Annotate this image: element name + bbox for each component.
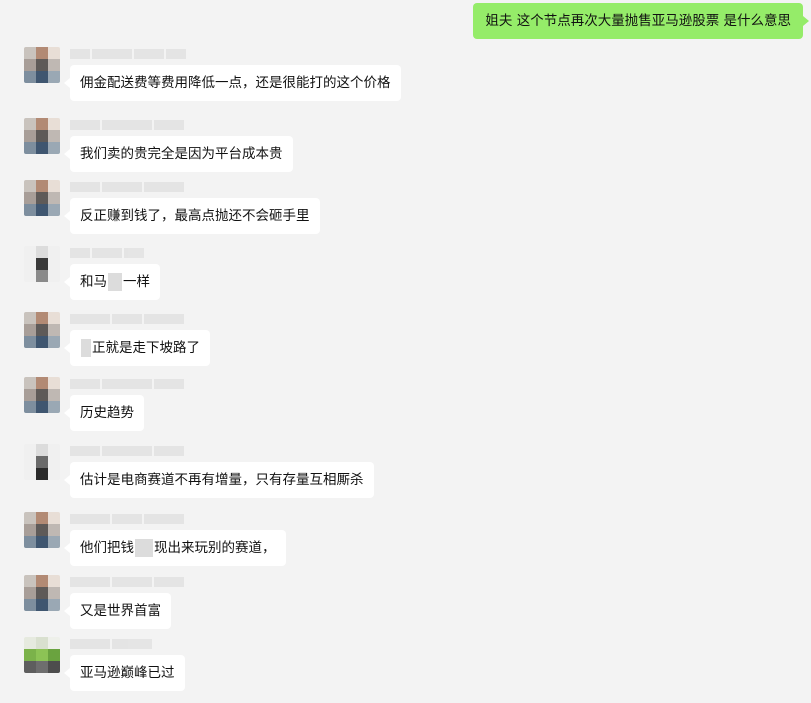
message-text: 佣金配送费等费用降低一点，还是很能打的这个价格 [80,75,391,91]
message-bubble[interactable]: 和马 一样 [64,264,160,300]
avatar[interactable] [24,637,60,673]
message-bubble[interactable]: 我们卖的贵完全是因为平台成本贵 [64,136,293,172]
message-text: 和马 [80,274,107,290]
outgoing-message-text: 姐夫 这个节点再次大量抛售亚马逊股票 是什么意思 [485,13,791,29]
message-row: 佣金配送费等费用降低一点，还是很能打的这个价格 [0,47,811,113]
message-text: 反正赚到钱了，最高点抛还不会砸手里 [80,208,310,224]
avatar[interactable] [24,377,60,413]
sender-name-blurred [70,639,152,649]
message-text: 又是世界首富 [80,603,161,619]
message-row: 正就是走下坡路了 [0,312,811,378]
avatar[interactable] [24,444,60,480]
sender-name-blurred [70,182,184,192]
sender-name-blurred [70,379,184,389]
message-bubble[interactable]: 他们把钱 现出来玩别的赛道， [64,530,286,566]
sender-name-blurred [70,49,186,59]
sender-name-blurred [70,577,184,587]
avatar[interactable] [24,312,60,348]
message-bubble[interactable]: 又是世界首富 [64,593,171,629]
avatar[interactable] [24,246,60,282]
message-row: 反正赚到钱了，最高点抛还不会砸手里 [0,180,811,246]
sender-name-blurred [70,314,184,324]
message-text: 我们卖的贵完全是因为平台成本贵 [80,146,283,162]
message-bubble[interactable]: 估计是电商赛道不再有增量，只有存量互相厮杀 [64,462,374,498]
message-text: 一样 [123,274,150,290]
message-bubble[interactable]: 反正赚到钱了，最高点抛还不会砸手里 [64,198,320,234]
chat-window: 姐夫 这个节点再次大量抛售亚马逊股票 是什么意思 佣金配送费等费用降低一点，还是… [0,0,811,701]
avatar[interactable] [24,47,60,83]
message-row: 估计是电商赛道不再有增量，只有存量互相厮杀 [0,444,811,510]
avatar[interactable] [24,512,60,548]
message-row: 我们卖的贵完全是因为平台成本贵 [0,118,811,184]
message-bubble[interactable]: 历史趋势 [64,395,144,431]
sender-name-blurred [70,514,184,524]
message-text: 现出来玩别的赛道， [154,540,276,556]
message-text: 他们把钱 [80,540,134,556]
sender-name-blurred [70,120,184,130]
redacted-text [108,273,122,291]
message-row: 历史趋势 [0,377,811,443]
message-bubble[interactable]: 佣金配送费等费用降低一点，还是很能打的这个价格 [64,65,401,101]
message-text: 估计是电商赛道不再有增量，只有存量互相厮杀 [80,472,364,488]
redacted-text [135,539,153,557]
message-text: 历史趋势 [80,405,134,421]
avatar[interactable] [24,575,60,611]
message-row: 又是世界首富 [0,575,811,641]
message-row: 他们把钱 现出来玩别的赛道， [0,512,811,578]
message-bubble[interactable]: 亚马逊巅峰已过 [64,655,185,691]
avatar[interactable] [24,118,60,154]
message-text: 亚马逊巅峰已过 [80,665,175,681]
avatar[interactable] [24,180,60,216]
outgoing-message-bubble[interactable]: 姐夫 这个节点再次大量抛售亚马逊股票 是什么意思 [473,3,809,39]
sender-name-blurred [70,446,184,456]
message-bubble[interactable]: 正就是走下坡路了 [64,330,210,366]
message-text: 正就是走下坡路了 [92,340,200,356]
message-row: 亚马逊巅峰已过 [0,637,811,703]
sender-name-blurred [70,248,144,258]
redacted-text [81,339,91,357]
message-row: 和马 一样 [0,246,811,312]
